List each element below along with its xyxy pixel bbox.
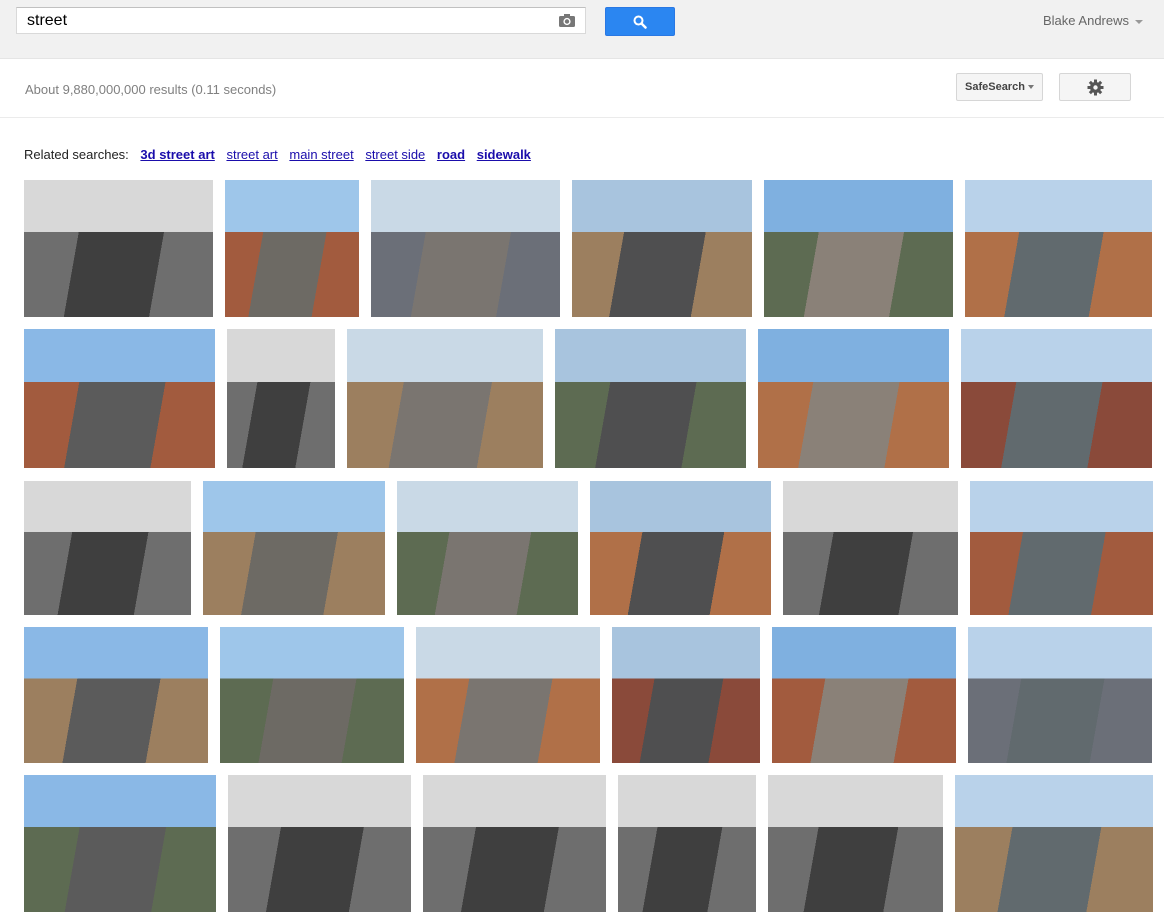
image-result[interactable] <box>347 329 543 468</box>
user-menu[interactable]: Blake Andrews <box>1043 13 1143 28</box>
related-link-street-side[interactable]: street side <box>365 147 425 162</box>
chevron-down-icon <box>1027 85 1034 90</box>
image-result[interactable] <box>228 775 411 912</box>
image-result[interactable] <box>572 180 752 317</box>
image-result[interactable] <box>24 329 215 468</box>
image-result[interactable] <box>955 775 1153 912</box>
related-link-3d-street-art[interactable]: 3d street art <box>140 147 214 162</box>
search-button[interactable] <box>605 7 675 36</box>
result-stats: About 9,880,000,000 results (0.11 second… <box>25 82 277 97</box>
image-result[interactable] <box>590 481 771 615</box>
image-result[interactable] <box>416 627 600 763</box>
image-result[interactable] <box>24 627 208 763</box>
image-result[interactable] <box>772 627 956 763</box>
magnifier-icon <box>633 15 647 29</box>
related-link-main-street[interactable]: main street <box>289 147 353 162</box>
related-link-street-art[interactable]: street art <box>226 147 277 162</box>
related-searches: Related searches: 3d street art street a… <box>24 147 531 162</box>
image-result[interactable] <box>24 180 213 317</box>
image-result[interactable] <box>371 180 560 317</box>
chevron-down-icon <box>1135 19 1143 24</box>
related-label: Related searches: <box>24 147 129 162</box>
user-name: Blake Andrews <box>1043 13 1129 28</box>
image-result[interactable] <box>768 775 943 912</box>
image-result[interactable] <box>225 180 359 317</box>
image-result[interactable] <box>758 329 949 468</box>
gear-icon <box>1087 79 1104 96</box>
search-box[interactable] <box>16 7 586 34</box>
image-result[interactable] <box>24 481 191 615</box>
image-result[interactable] <box>764 180 953 317</box>
image-result[interactable] <box>961 329 1152 468</box>
image-result[interactable] <box>555 329 746 468</box>
image-result[interactable] <box>24 775 216 912</box>
image-result[interactable] <box>618 775 756 912</box>
image-result[interactable] <box>968 627 1152 763</box>
image-result[interactable] <box>612 627 760 763</box>
image-result[interactable] <box>220 627 404 763</box>
image-result[interactable] <box>227 329 335 468</box>
camera-icon[interactable] <box>558 13 576 28</box>
image-result[interactable] <box>423 775 606 912</box>
settings-button[interactable] <box>1059 73 1131 101</box>
related-link-sidewalk[interactable]: sidewalk <box>477 147 531 162</box>
top-bar: Blake Andrews <box>0 0 1164 59</box>
results-toolbar: About 9,880,000,000 results (0.11 second… <box>0 59 1164 118</box>
search-input[interactable] <box>17 8 557 33</box>
safesearch-label: SafeSearch <box>965 81 1025 93</box>
image-result[interactable] <box>783 481 958 615</box>
related-link-road[interactable]: road <box>437 147 465 162</box>
image-result[interactable] <box>965 180 1152 317</box>
image-result[interactable] <box>970 481 1153 615</box>
image-result[interactable] <box>397 481 578 615</box>
safesearch-button[interactable]: SafeSearch <box>956 73 1043 101</box>
image-result[interactable] <box>203 481 385 615</box>
